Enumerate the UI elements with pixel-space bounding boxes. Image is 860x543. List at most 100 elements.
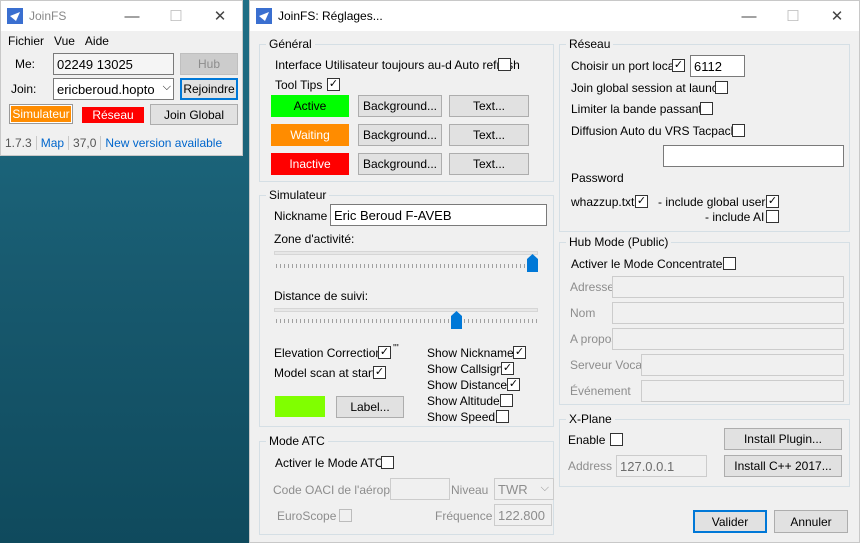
activity-zone-ticks: [276, 264, 538, 268]
ok-button[interactable]: Valider: [693, 510, 767, 533]
show-altitude-label: Show Altitude: [427, 394, 500, 408]
joinfs-app-icon: [7, 8, 23, 24]
nickname-input[interactable]: Eric Beroud F-AVEB: [330, 204, 547, 226]
menu-aide[interactable]: Aide: [80, 34, 114, 48]
include-ai-checkbox[interactable]: [766, 210, 779, 223]
join-value: ericberoud.hopto: [57, 81, 155, 97]
cancel-button[interactable]: Annuler: [774, 510, 848, 533]
local-port-input[interactable]: 6112: [690, 55, 745, 77]
join-combo[interactable]: ericberoud.hopto ⌵: [53, 78, 174, 100]
password-input[interactable]: [663, 145, 844, 167]
join-global-launch-label: Join global session at launch: [571, 81, 725, 95]
icao-input: [390, 478, 450, 500]
show-distance-label: Show Distance: [427, 378, 508, 392]
hub-event-input: [641, 380, 844, 402]
hub-voice-label: Serveur Vocal: [570, 358, 645, 372]
level-label: Niveau: [451, 483, 489, 497]
show-callsign-checkbox[interactable]: ✓: [501, 362, 514, 375]
limit-bandwidth-label: Limiter la bande passante: [571, 102, 709, 116]
waiting-background-button[interactable]: Background...: [358, 124, 442, 146]
settings-window: JoinFS: Réglages... — ☐ ✕ Général Interf…: [249, 0, 860, 543]
waiting-text-button[interactable]: Text...: [449, 124, 529, 146]
inactive-text-button[interactable]: Text...: [449, 153, 529, 175]
minimize-icon[interactable]: —: [110, 1, 154, 31]
install-plugin-button[interactable]: Install Plugin...: [724, 428, 842, 450]
minimize-icon[interactable]: —: [727, 1, 771, 31]
hub-name-label: Nom: [570, 306, 596, 320]
limit-bandwidth-checkbox[interactable]: [700, 102, 713, 115]
activity-zone-slider[interactable]: [527, 254, 538, 272]
main-statusbar: 1.7.3 Map 37,0 New version available: [1, 131, 242, 155]
global-users-checkbox[interactable]: ✓: [766, 195, 779, 208]
follow-distance-label: Distance de suivi:: [274, 289, 369, 303]
model-scan-checkbox[interactable]: ✓: [373, 366, 386, 379]
label-button[interactable]: Label...: [336, 396, 404, 418]
chevron-down-icon[interactable]: ⌵: [162, 81, 171, 94]
show-nickname-label: Show Nickname: [427, 346, 514, 360]
map-link[interactable]: Map: [37, 136, 70, 150]
tooltips-label: Tool Tips: [275, 78, 323, 92]
hub-button: Hub: [180, 53, 238, 75]
level-value: TWR: [498, 481, 528, 497]
new-version-link[interactable]: New version available: [101, 136, 226, 150]
xplane-enable-label: Enable: [568, 433, 606, 447]
join-global-button[interactable]: Join Global: [150, 104, 238, 125]
password-label: Password: [571, 171, 624, 185]
close-icon[interactable]: ✕: [198, 1, 242, 31]
whazzup-checkbox[interactable]: ✓: [635, 195, 648, 208]
waiting-color: Waiting: [271, 124, 349, 146]
main-titlebar: JoinFS — ☐ ✕: [1, 1, 242, 31]
frequency-label: Fréquence: [435, 509, 493, 523]
frequency-input: 122.800: [494, 504, 552, 526]
hub-enable-checkbox[interactable]: [723, 257, 736, 270]
join-global-launch-checkbox[interactable]: [715, 81, 728, 94]
hub-about-input: [612, 328, 844, 350]
hub-voice-input: [641, 354, 844, 376]
icao-label: Code OACI de l'aéroport: [273, 483, 405, 497]
show-nickname-checkbox[interactable]: ✓: [513, 346, 526, 359]
show-speed-label: Show Speed: [427, 410, 496, 424]
show-altitude-checkbox[interactable]: [500, 394, 513, 407]
tooltips-checkbox[interactable]: ✓: [327, 78, 340, 91]
vrs-checkbox[interactable]: [732, 124, 745, 137]
install-cpp-button[interactable]: Install C++ 2017...: [724, 455, 842, 477]
menu-fichier[interactable]: Fichier: [3, 34, 49, 48]
active-background-button[interactable]: Background...: [358, 95, 442, 117]
inactive-background-button[interactable]: Background...: [358, 153, 442, 175]
local-port-checkbox[interactable]: ✓: [672, 59, 685, 72]
include-ai-label: - include AI: [705, 210, 765, 224]
hub-event-label: Événement: [570, 384, 631, 398]
main-window-title: JoinFS: [29, 9, 67, 23]
model-scan-label: Model scan at start: [274, 366, 376, 380]
close-icon[interactable]: ✕: [815, 1, 859, 31]
settings-titlebar: JoinFS: Réglages... — ☐ ✕: [250, 1, 859, 31]
maximize-icon: ☐: [786, 8, 800, 25]
me-field[interactable]: 02249 13025: [53, 53, 174, 75]
version-label: 1.7.3: [1, 136, 37, 150]
hub-title: Hub Mode (Public): [566, 235, 672, 249]
hub-name-input: [612, 302, 844, 324]
xplane-enable-checkbox[interactable]: [610, 433, 623, 446]
active-text-button[interactable]: Text...: [449, 95, 529, 117]
show-speed-checkbox[interactable]: [496, 410, 509, 423]
auto-refresh-checkbox[interactable]: [498, 58, 511, 71]
follow-distance-ticks: [276, 319, 538, 323]
rejoindre-button[interactable]: Rejoindre: [180, 78, 238, 100]
euroscope-checkbox: [339, 509, 352, 522]
show-distance-checkbox[interactable]: ✓: [507, 378, 520, 391]
elevation-label: Elevation Correction: [274, 346, 383, 360]
menu-vue[interactable]: Vue: [49, 34, 80, 48]
me-label: Me:: [15, 57, 36, 71]
elevation-checkbox[interactable]: ✓: [378, 346, 391, 359]
hub-about-label: A propos: [570, 332, 618, 346]
atc-enable-checkbox[interactable]: [381, 456, 394, 469]
activity-zone-label: Zone d'activité:: [274, 232, 355, 246]
hub-address-label: Adresse: [570, 280, 615, 294]
simulator-badge: Simulateur: [9, 104, 73, 124]
status-value: 37,0: [69, 136, 102, 150]
elevation-mark: ''': [393, 343, 399, 354]
follow-distance-slider[interactable]: [451, 311, 463, 329]
xplane-address-label: Address: [568, 459, 613, 473]
auto-refresh-label: Interface Utilisateur toujours au-d Auto…: [275, 58, 520, 72]
main-menubar: Fichier Vue Aide: [1, 31, 242, 51]
